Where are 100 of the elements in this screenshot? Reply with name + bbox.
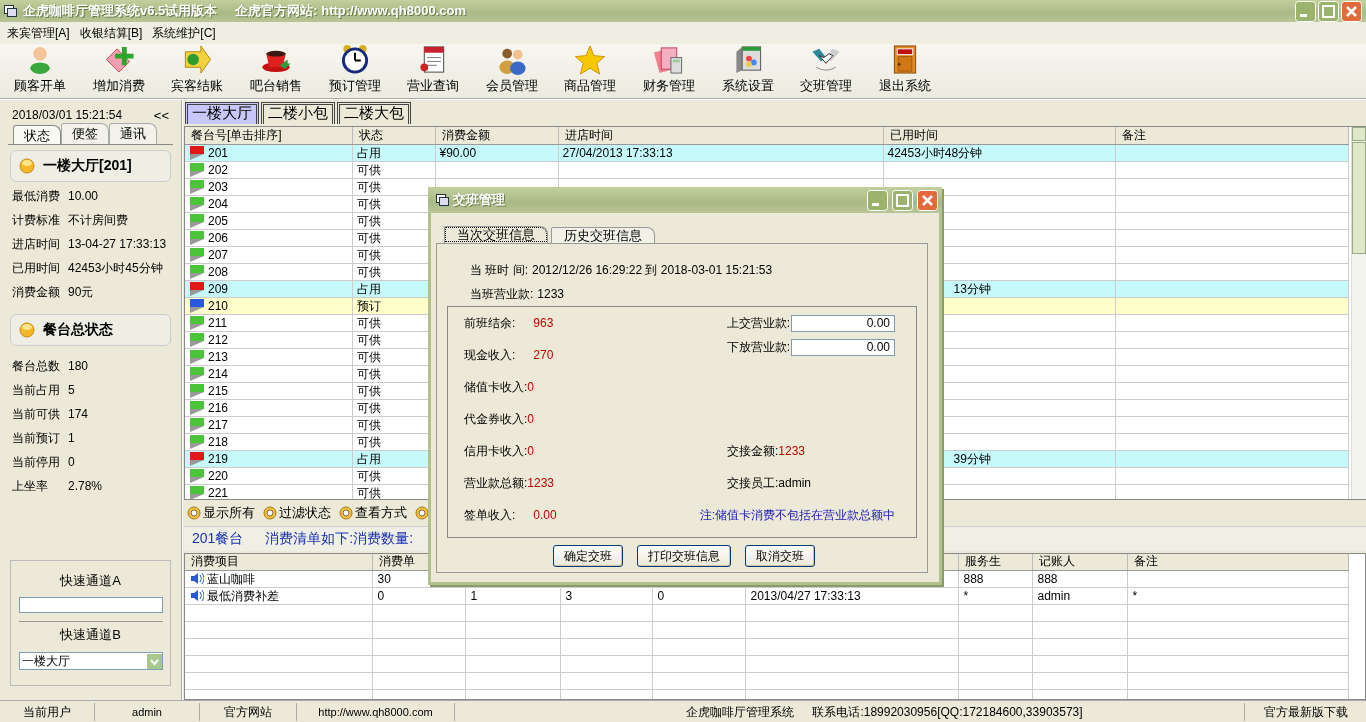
panel-tab[interactable]: 便签 — [61, 123, 109, 144]
floor-tab[interactable]: 一楼大厅 — [185, 102, 259, 124]
table-cell: 最低消费补差 — [207, 587, 279, 604]
status-text: admin — [95, 702, 200, 721]
field-value: 270 — [533, 348, 554, 362]
table-cell: 可供 — [356, 349, 381, 364]
column-header[interactable]: 餐台号[单击排序] — [185, 127, 352, 144]
menu-item[interactable]: 系统维护[C] — [147, 24, 221, 42]
column-header[interactable]: 状态 — [352, 127, 435, 144]
dialog-button[interactable]: 确定交班 — [553, 545, 623, 567]
table-cell: 0 — [377, 588, 385, 603]
input-field[interactable]: 0.00 — [791, 338, 895, 356]
toolbar-button[interactable]: 显示所有 — [187, 504, 255, 522]
table-cell: 可供 — [356, 468, 381, 483]
scrollbar[interactable] — [1351, 127, 1366, 499]
field-label: 上交营业款: — [726, 314, 790, 332]
field-label: 前班结余: — [464, 314, 516, 332]
column-header[interactable]: 已用时间 — [883, 127, 1115, 144]
toolbar-button[interactable]: 查看方式 — [339, 504, 407, 522]
field-value: 5 — [68, 383, 75, 397]
dropdown[interactable]: 一楼大厅 — [18, 652, 163, 670]
field-value: 1 — [68, 431, 75, 445]
column-header[interactable]: 进店时间 — [558, 127, 883, 144]
dialog-button[interactable]: 取消交班 — [745, 545, 815, 567]
field-label: 当前预订 — [12, 429, 61, 447]
toolbar-button[interactable]: 宾客结账 — [158, 44, 237, 98]
flag-icon — [189, 434, 205, 449]
table-cell: 1 — [470, 588, 478, 603]
floor-tab[interactable]: 二楼小包 — [261, 102, 335, 124]
close-button[interactable] — [1341, 0, 1362, 22]
collapse-button[interactable]: << — [153, 107, 169, 123]
dialog-tab[interactable]: 历史交班信息 — [551, 227, 655, 243]
status-text: 联系电话:18992030956[QQ:172184600,33903573] — [812, 703, 1083, 721]
flag-icon — [189, 315, 205, 330]
circle-icon[interactable] — [263, 506, 277, 520]
flag-icon — [189, 264, 205, 279]
minimize-button[interactable] — [1295, 0, 1316, 22]
panel-tab[interactable]: 状态 — [13, 125, 61, 144]
table-cell: 0 — [657, 588, 665, 603]
circle-icon[interactable] — [415, 506, 429, 520]
toolbar-button[interactable]: 会员管理 — [472, 44, 552, 98]
toolbar-button[interactable]: 预订管理 — [315, 44, 394, 98]
minimize-button[interactable] — [867, 189, 888, 211]
menu-item[interactable]: 收银结算[B] — [74, 24, 148, 42]
table-cell: 220 — [208, 467, 229, 483]
input-field[interactable]: 0.00 — [791, 314, 895, 332]
table-cell: 203 — [208, 178, 229, 194]
circle-icon[interactable] — [339, 506, 353, 520]
field-value: 42453小时45分钟 — [68, 259, 163, 277]
maximize-button[interactable] — [892, 189, 913, 211]
toolbar-button[interactable]: 顾客开单 — [1, 44, 80, 98]
toolbar-button[interactable]: 系统设置 — [708, 44, 787, 98]
table-cell: 210 — [208, 297, 229, 313]
section-title: 一楼大厅[201] — [43, 157, 132, 175]
field-value: 1233 — [527, 476, 555, 490]
table-cell: admin — [1037, 588, 1071, 603]
flag-icon — [189, 162, 205, 177]
column-header[interactable]: 消费金额 — [435, 127, 558, 144]
field-label: 代金券收入: — [464, 410, 528, 428]
toolbar-button[interactable]: 增加消费 — [79, 44, 159, 98]
toolbar-button[interactable]: 吧台销售 — [236, 44, 316, 98]
floor-tab[interactable]: 二楼大包 — [337, 102, 411, 124]
close-button[interactable] — [917, 189, 938, 211]
field-label: 消费金额 — [12, 283, 61, 301]
field-label: 进店时间 — [12, 235, 61, 253]
dialog-button[interactable]: 打印交班信息 — [637, 545, 731, 567]
column-header[interactable]: 备注 — [1133, 554, 1158, 569]
table-cell: 可供 — [356, 332, 381, 347]
table-cell: 2013/04/27 17:33:13 — [750, 588, 861, 603]
table-cell: 蓝山咖啡 — [207, 570, 255, 587]
status-light-icon — [19, 322, 35, 338]
field-label: 餐台总数 — [12, 357, 61, 375]
table-cell: 可供 — [356, 485, 381, 499]
table-cell: 39分钟 — [953, 451, 991, 466]
panel-tab[interactable]: 通讯 — [109, 123, 157, 144]
speaker-icon — [190, 589, 204, 602]
link[interactable]: 官方最新版下载 — [1245, 702, 1366, 721]
dialog-tab[interactable]: 当次交班信息 — [444, 226, 548, 243]
field-value: 10.00 — [68, 189, 99, 203]
input-field[interactable] — [18, 597, 163, 613]
table-cell: 207 — [208, 246, 229, 262]
star-icon — [574, 44, 607, 75]
table-cell: * — [1132, 588, 1138, 603]
circle-icon[interactable] — [187, 506, 201, 520]
field-value: 0.00 — [533, 508, 557, 522]
toolbar-button[interactable]: 商品管理 — [551, 44, 630, 98]
column-header[interactable]: 备注 — [1115, 127, 1348, 144]
toolbar-button[interactable]: 营业查询 — [393, 44, 473, 98]
status-text: 企虎咖啡厅管理系统 — [686, 703, 795, 721]
menu-item[interactable]: 来宾管理[A] — [2, 24, 75, 42]
toolbar-button[interactable]: 退出系统 — [865, 44, 945, 98]
toolbar-button[interactable]: 过滤状态 — [263, 504, 331, 522]
toolbar-button[interactable]: 财务管理 — [629, 44, 709, 98]
field-value: 0 — [68, 455, 75, 469]
link[interactable]: http://www.qh8000.com — [297, 702, 455, 721]
table-cell: 预订 — [356, 298, 381, 313]
table-cell: 209 — [208, 280, 229, 296]
toolbar-button[interactable]: 交班管理 — [786, 44, 866, 98]
section-title: 餐台总状态 — [43, 321, 113, 339]
maximize-button[interactable] — [1318, 0, 1339, 22]
